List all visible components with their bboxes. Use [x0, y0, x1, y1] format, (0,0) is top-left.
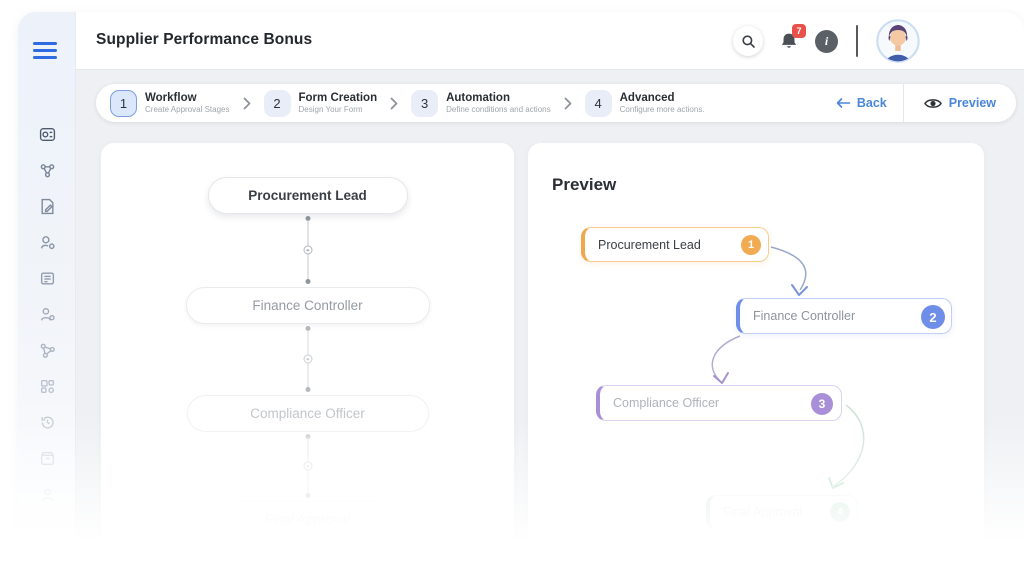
step-number: 1 [110, 89, 137, 117]
sidebar [18, 12, 76, 540]
team-icon[interactable] [29, 296, 65, 332]
workflow-icon[interactable] [29, 152, 65, 188]
preview-node-label: Compliance Officer [613, 396, 720, 410]
stage-node-procurement-lead[interactable]: Procurement Lead [207, 177, 408, 214]
step-description: Define conditions and actions [446, 105, 551, 115]
top-header: Supplier Performance Bonus 7 i [76, 12, 1024, 70]
step-description: Design Your Form [298, 105, 363, 115]
back-label: Back [856, 96, 887, 110]
app-root: Supplier Performance Bonus 7 i 1 Workflo… [0, 0, 1024, 576]
step-label: Automation [446, 92, 510, 105]
archive-icon[interactable] [29, 440, 65, 476]
chevron-right-icon [243, 97, 251, 110]
stage-connector [302, 434, 314, 498]
back-button[interactable]: Back [836, 96, 887, 110]
preview-flow-arrows [711, 246, 865, 489]
step-number: 2 [263, 89, 291, 117]
user-avatar[interactable] [876, 19, 920, 63]
preview-label: Preview [948, 96, 996, 110]
preview-panel: Preview Procurement Lead 1 Finance Contr… [527, 142, 985, 554]
stage-order-badge: 4 [830, 502, 850, 522]
preview-button[interactable]: Preview [904, 84, 1016, 122]
share-icon[interactable] [29, 332, 65, 368]
preview-node-compliance-officer[interactable]: Compliance Officer 3 [596, 385, 842, 421]
step-label: Advanced [619, 92, 675, 105]
stage-order-badge: 3 [811, 393, 833, 415]
approvals-icon[interactable] [29, 224, 65, 260]
notifications-button[interactable]: 7 [775, 24, 806, 56]
integrations-icon[interactable] [29, 368, 65, 404]
preview-node-finance-controller[interactable]: Finance Controller 2 [736, 298, 952, 334]
step-label: Form Creation [298, 92, 378, 105]
stage-connector [302, 216, 314, 284]
members-icon[interactable] [29, 476, 65, 512]
workflow-stepper: 1 Workflow Create Approval Stages 2 Form… [96, 84, 1016, 122]
step-description: Configure more actions. [619, 105, 705, 115]
step-number: 4 [584, 89, 612, 117]
stage-order-badge: 2 [921, 305, 945, 329]
arrow-left-icon [836, 98, 851, 108]
preview-node-label: Finance Controller [753, 309, 856, 323]
step-description: Create Approval Stages [145, 105, 230, 115]
workflow-builder-panel: Procurement Lead Finance Controller Comp… [100, 142, 515, 554]
step-advanced[interactable]: 4 Advanced Configure more actions. [584, 89, 705, 117]
step-automation[interactable]: 3 Automation Define conditions and actio… [411, 89, 551, 117]
search-button[interactable] [733, 26, 763, 56]
stage-node-final-approval[interactable]: Final Approval [224, 501, 391, 538]
page-title: Supplier Performance Bonus [96, 31, 313, 48]
dashboard-icon[interactable] [29, 116, 65, 152]
stage-node-finance-controller[interactable]: Finance Controller [185, 287, 430, 324]
preview-node-final-approval[interactable]: Final Approval 4 [706, 495, 858, 529]
step-form-creation[interactable]: 2 Form Creation Design Your Form [263, 89, 378, 117]
sidebar-nav [18, 116, 76, 512]
preview-node-procurement-lead[interactable]: Procurement Lead 1 [581, 227, 769, 262]
preview-title: Preview [552, 175, 617, 194]
notification-count-badge: 7 [792, 24, 806, 38]
stage-order-badge: 1 [741, 235, 761, 255]
chevron-right-icon [390, 97, 398, 110]
preview-node-label: Procurement Lead [598, 237, 701, 252]
stage-node-compliance-officer[interactable]: Compliance Officer [186, 395, 429, 432]
stage-connector [302, 326, 314, 392]
chevron-right-icon [564, 97, 572, 110]
step-number: 3 [411, 89, 439, 117]
history-icon[interactable] [29, 404, 65, 440]
eye-icon [923, 98, 942, 108]
step-workflow[interactable]: 1 Workflow Create Approval Stages [110, 89, 230, 117]
info-button[interactable]: i [815, 29, 838, 53]
form-icon[interactable] [29, 188, 65, 224]
search-icon [741, 34, 755, 48]
preview-node-label: Final Approval [723, 505, 803, 519]
hamburger-menu-icon[interactable] [33, 42, 57, 59]
step-label: Workflow [145, 92, 197, 105]
reports-icon[interactable] [29, 260, 65, 296]
header-divider [856, 25, 858, 57]
